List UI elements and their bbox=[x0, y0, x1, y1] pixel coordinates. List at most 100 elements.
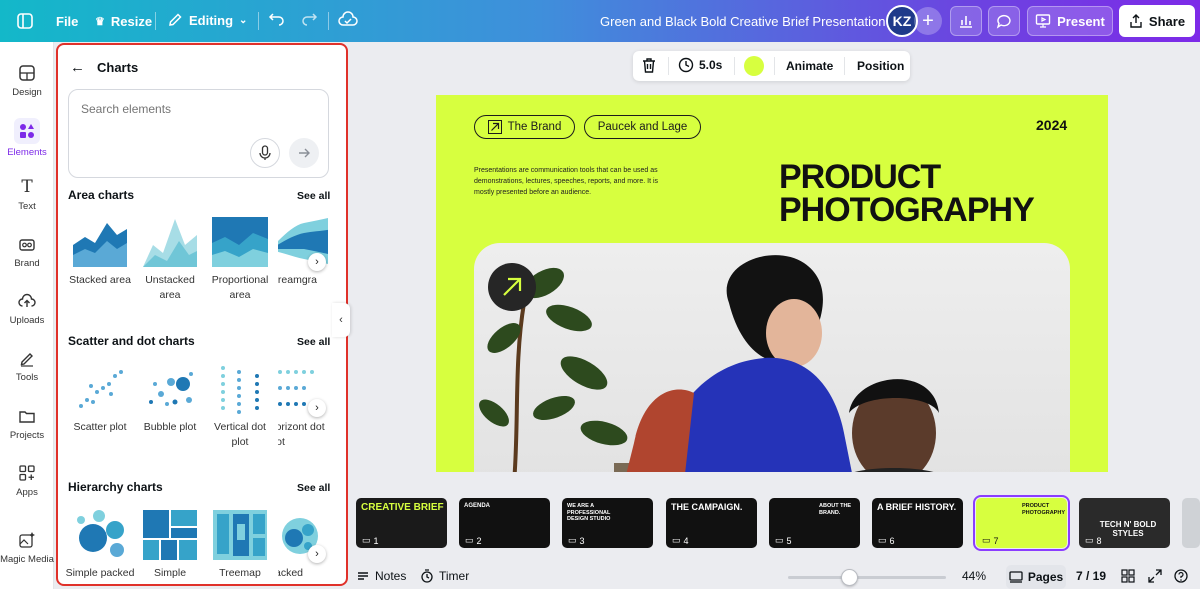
notes-icon bbox=[358, 572, 368, 580]
see-all-scatter[interactable]: See all bbox=[297, 336, 330, 348]
chart-unstacked-area[interactable]: Unstacked area bbox=[138, 215, 202, 303]
thumb-number: ▭ 5 bbox=[775, 535, 792, 546]
section-title-scatter: Scatter and dot charts bbox=[68, 334, 195, 348]
see-all-area[interactable]: See all bbox=[297, 190, 330, 202]
editing-mode-button[interactable]: Editing ⌄ bbox=[167, 12, 247, 28]
arrow-up-right-icon bbox=[487, 120, 502, 134]
chart-label: Proportional area bbox=[211, 274, 269, 301]
microphone-icon[interactable] bbox=[250, 138, 280, 168]
headline-line-1: PRODUCT bbox=[779, 158, 941, 196]
position-button[interactable]: Position bbox=[857, 59, 904, 73]
left-rail: Design Elements T Text Brand Uploads Too… bbox=[0, 42, 54, 589]
page-thumbnail[interactable]: AGENDA ▭ 2 bbox=[459, 498, 550, 548]
resize-button[interactable]: ♛ Resize bbox=[95, 14, 152, 29]
chart-simple-treemap[interactable]: Simple treemap bbox=[138, 508, 202, 584]
section-title-hierarchy: Hierarchy charts bbox=[68, 480, 163, 494]
insights-button[interactable] bbox=[950, 6, 982, 36]
page-thumbnail-active[interactable]: PRODUCT PHOTOGRAPHY ▭ 7 bbox=[973, 495, 1070, 551]
thumb-comment-icon: ▭ bbox=[878, 535, 887, 545]
timer-label: Timer bbox=[439, 569, 470, 583]
help-icon[interactable] bbox=[1174, 569, 1188, 583]
cloud-saved-icon[interactable] bbox=[338, 11, 358, 29]
see-all-hierarchy[interactable]: See all bbox=[297, 482, 330, 494]
chart-proportional-area[interactable]: Proportional area bbox=[208, 215, 272, 303]
trash-icon[interactable] bbox=[641, 57, 657, 74]
chart-label: Scatter plot bbox=[73, 421, 127, 433]
pages-label: Pages bbox=[1027, 570, 1064, 584]
zoom-slider-handle[interactable] bbox=[841, 569, 858, 586]
undo-icon[interactable] bbox=[268, 11, 286, 29]
brand-icon bbox=[16, 233, 38, 255]
search-input[interactable] bbox=[81, 102, 311, 116]
rail-item-elements[interactable]: Elements bbox=[0, 118, 54, 158]
page-thumbnail[interactable]: A BRIEF HISTORY. ▭ 6 bbox=[872, 498, 963, 548]
present-icon bbox=[1035, 14, 1051, 28]
collapse-panel-icon[interactable]: ‹ bbox=[332, 303, 350, 337]
page-counter: 7 / 19 bbox=[1076, 569, 1107, 583]
chart-stacked-area[interactable]: Stacked area bbox=[68, 215, 132, 288]
chart-packed[interactable]: Packed bbox=[278, 508, 328, 581]
timer-button[interactable]: Timer bbox=[420, 569, 469, 583]
sidebar-toggle-icon[interactable] bbox=[16, 12, 34, 30]
comments-button[interactable] bbox=[988, 6, 1020, 36]
grid-view-icon[interactable] bbox=[1121, 569, 1135, 583]
chart-treemap[interactable]: Treemap bbox=[208, 508, 272, 581]
chart-bubble-plot[interactable]: Bubble plot bbox=[138, 362, 202, 435]
chart-vertical-dot-plot[interactable]: Vertical dot plot bbox=[208, 362, 272, 450]
chevron-right-icon[interactable]: › bbox=[308, 399, 326, 417]
page-thumbnail[interactable]: CREATIVE BRIEF ▭ 1 bbox=[356, 498, 447, 548]
page-thumbnail[interactable]: WE ARE A PROFESSIONAL DESIGN STUDIO ▭ 3 bbox=[562, 498, 653, 548]
add-collaborator-icon[interactable]: + bbox=[914, 7, 942, 35]
rail-item-magic-media[interactable]: Magic Media bbox=[0, 529, 54, 565]
search-box[interactable] bbox=[68, 89, 329, 178]
back-arrow-icon[interactable]: ← bbox=[70, 59, 85, 76]
thumb-number: ▭ 2 bbox=[465, 535, 482, 546]
top-bar: File ♛ Resize Editing ⌄ Green and Black … bbox=[0, 0, 1200, 42]
company-pill: Paucek and Lage bbox=[584, 115, 701, 139]
rail-item-design[interactable]: Design bbox=[0, 62, 54, 98]
animate-button[interactable]: Animate bbox=[786, 59, 833, 73]
section-title-area: Area charts bbox=[68, 188, 135, 202]
slide-canvas[interactable]: The Brand Paucek and Lage 2024 Presentat… bbox=[436, 95, 1108, 472]
present-button[interactable]: Present bbox=[1027, 6, 1113, 36]
color-swatch[interactable] bbox=[744, 56, 764, 76]
chart-simple-packed[interactable]: Simple packed bbox=[66, 508, 134, 581]
photo-illustration bbox=[479, 255, 939, 472]
file-menu[interactable]: File bbox=[56, 14, 78, 29]
rail-item-apps[interactable]: Apps bbox=[0, 462, 54, 498]
pages-button[interactable]: Pages bbox=[1006, 565, 1066, 589]
rail-label: Apps bbox=[16, 487, 38, 498]
redo-icon[interactable] bbox=[300, 11, 318, 29]
chart-label: Streamgra bbox=[278, 274, 318, 286]
share-label: Share bbox=[1148, 13, 1186, 29]
chart-label: Horizont dot plot bbox=[278, 421, 325, 448]
rail-item-projects[interactable]: Projects bbox=[0, 405, 54, 441]
submit-arrow-icon[interactable] bbox=[289, 138, 319, 168]
share-button[interactable]: Share bbox=[1119, 5, 1195, 37]
chart-streamgraph[interactable]: Streamgra bbox=[278, 215, 328, 288]
document-title[interactable]: Green and Black Bold Creative Brief Pres… bbox=[600, 14, 885, 29]
rail-item-uploads[interactable]: Uploads bbox=[0, 290, 54, 326]
chart-scatter-plot[interactable]: Scatter plot bbox=[68, 362, 132, 435]
chevron-right-icon[interactable]: › bbox=[308, 253, 326, 271]
page-thumbnail[interactable] bbox=[1182, 498, 1200, 548]
rail-label: Elements bbox=[7, 147, 47, 158]
zoom-percentage[interactable]: 44% bbox=[962, 569, 986, 583]
rail-item-text[interactable]: T Text bbox=[0, 176, 54, 212]
rail-item-brand[interactable]: Brand bbox=[0, 233, 54, 269]
rail-item-tools[interactable]: Tools bbox=[0, 347, 54, 383]
duration-button[interactable]: 5.0s bbox=[678, 57, 722, 73]
thumb-comment-icon: ▭ bbox=[672, 535, 681, 545]
zoom-slider-track[interactable] bbox=[788, 576, 946, 579]
pill-label: The Brand bbox=[507, 121, 562, 133]
duration-value: 5.0s bbox=[699, 58, 723, 72]
notes-button[interactable]: Notes bbox=[356, 569, 406, 583]
rail-label: Projects bbox=[9, 430, 45, 441]
panel-header: ← Charts bbox=[70, 59, 138, 76]
page-thumbnail[interactable]: THE CAMPAIGN. ▭ 4 bbox=[666, 498, 757, 548]
fullscreen-icon[interactable] bbox=[1148, 569, 1162, 583]
thumb-number: ▭ 8 bbox=[1085, 535, 1102, 546]
page-thumbnail[interactable]: TECH N' BOLD STYLES ▭ 8 bbox=[1079, 498, 1170, 548]
page-thumbnail[interactable]: ABOUT THE BRAND. ▭ 5 bbox=[769, 498, 860, 548]
chevron-right-icon[interactable]: › bbox=[308, 545, 326, 563]
